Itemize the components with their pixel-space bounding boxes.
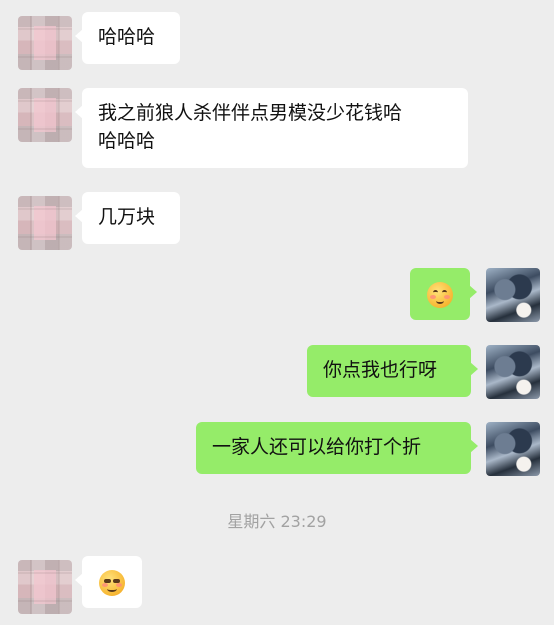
my-avatar[interactable] <box>486 345 540 399</box>
message-text-line: 哈哈哈 <box>98 130 156 152</box>
message-text-line: 我之前狼人杀伴伴点男模没少花钱哈 <box>98 102 403 124</box>
message-bubble-incoming[interactable]: 我之前狼人杀伴伴点男模没少花钱哈 哈哈哈 <box>75 88 468 168</box>
message-bubble-incoming[interactable] <box>75 556 142 608</box>
message-bubble-outgoing[interactable]: 你点我也行呀 <box>307 345 478 397</box>
grinning-squint-emoji-icon <box>99 569 125 596</box>
contact-avatar[interactable] <box>18 88 72 142</box>
message-bubble-incoming[interactable]: 哈哈哈 <box>75 12 180 64</box>
my-avatar[interactable] <box>486 422 540 476</box>
contact-avatar[interactable] <box>18 560 72 614</box>
message-timestamp: 星期六 23:29 <box>227 512 327 531</box>
my-avatar[interactable] <box>486 268 540 322</box>
message-bubble-outgoing[interactable]: 一家人还可以给你打个折 <box>196 422 478 474</box>
message-bubble-incoming[interactable]: 几万块 <box>75 192 180 244</box>
contact-avatar[interactable] <box>18 196 72 250</box>
message-text: 哈哈哈 <box>98 26 156 48</box>
message-text: 一家人还可以给你打个折 <box>212 436 422 458</box>
message-bubble-outgoing[interactable] <box>410 268 477 320</box>
contact-avatar[interactable] <box>18 16 72 70</box>
message-text: 几万块 <box>98 206 156 228</box>
message-text: 你点我也行呀 <box>323 359 438 381</box>
blushing-smile-emoji-icon <box>427 281 453 308</box>
